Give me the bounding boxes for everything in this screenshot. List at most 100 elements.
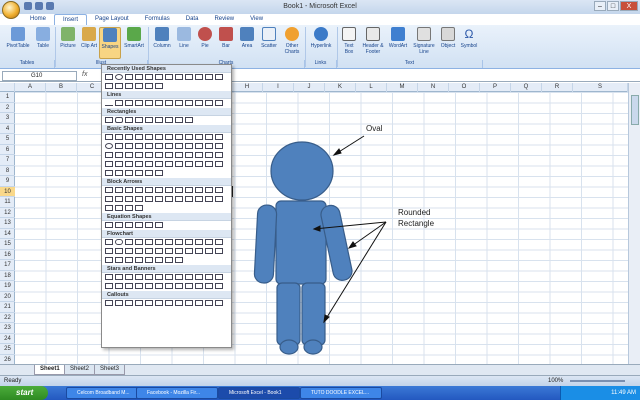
shape-row[interactable] — [102, 82, 231, 91]
tab-insert[interactable]: Insert — [54, 14, 88, 25]
shape-row[interactable] — [102, 116, 231, 125]
row-header[interactable]: 2 — [0, 103, 15, 113]
column-header[interactable]: B — [46, 83, 77, 92]
shape-row[interactable] — [102, 221, 231, 230]
scatter-chart-button[interactable]: Scatter — [258, 27, 280, 49]
shape-row[interactable] — [102, 133, 231, 142]
pivottable-button[interactable]: PivotTable — [3, 27, 33, 49]
shape-row[interactable] — [102, 282, 231, 291]
column-header[interactable]: J — [294, 83, 325, 92]
pie-chart-button[interactable]: Pie — [196, 27, 214, 49]
signature-line-button[interactable]: Signature Line — [411, 27, 437, 55]
shapes-button[interactable]: Shapes — [99, 27, 121, 59]
column-header[interactable]: L — [356, 83, 387, 92]
row-header[interactable]: 10 — [0, 186, 15, 197]
row-header[interactable]: 19 — [0, 281, 15, 292]
row-header[interactable]: 18 — [0, 271, 15, 281]
vertical-scrollbar[interactable] — [628, 83, 640, 364]
tab-view[interactable]: View — [242, 14, 271, 25]
minimize-button[interactable]: – — [594, 1, 606, 11]
smartart-button[interactable]: SmartArt — [122, 27, 146, 49]
shape-row[interactable] — [102, 186, 231, 195]
row-header[interactable]: 8 — [0, 166, 15, 176]
other-charts-button[interactable]: Other Charts — [281, 27, 303, 55]
maximize-button[interactable]: □ — [607, 1, 619, 11]
shape-row[interactable] — [102, 256, 231, 265]
shape-row[interactable] — [102, 247, 231, 256]
column-header[interactable]: Q — [511, 83, 542, 92]
wordart-button[interactable]: WordArt — [387, 27, 409, 49]
fx-icon[interactable]: fx — [82, 71, 87, 78]
sheet-tab[interactable]: Sheet3 — [94, 365, 126, 375]
column-header[interactable]: N — [418, 83, 449, 92]
column-header[interactable]: P — [480, 83, 511, 92]
shape-row[interactable] — [102, 195, 231, 204]
column-header[interactable]: R — [542, 83, 573, 92]
row-header[interactable]: 20 — [0, 292, 15, 302]
row-header[interactable]: 11 — [0, 197, 15, 208]
row-header[interactable]: 12 — [0, 208, 15, 218]
column-header[interactable]: A — [15, 83, 46, 92]
row-header[interactable]: 22 — [0, 313, 15, 323]
scroll-thumb[interactable] — [631, 95, 639, 125]
bar-chart-button[interactable]: Bar — [217, 27, 235, 49]
sheet-tab[interactable]: Sheet1 — [34, 365, 66, 375]
taskbar-item[interactable]: Microsoft Excel - Book1 — [218, 387, 300, 399]
tab-data[interactable]: Data — [178, 14, 207, 25]
start-button[interactable]: start — [0, 386, 48, 400]
row-header[interactable]: 21 — [0, 302, 15, 313]
zoom-slider[interactable] — [570, 380, 625, 382]
shape-row[interactable] — [102, 204, 231, 213]
shape-row[interactable] — [102, 151, 231, 160]
row-header[interactable]: 4 — [0, 124, 15, 134]
row-header[interactable]: 23 — [0, 323, 15, 334]
taskbar-item[interactable]: TUTO DOODLE EXCEL... — [300, 387, 382, 399]
table-button[interactable]: Table — [34, 27, 52, 49]
tab-review[interactable]: Review — [206, 14, 242, 25]
row-header[interactable]: 7 — [0, 155, 15, 166]
row-header[interactable]: 9 — [0, 176, 15, 187]
header-footer-button[interactable]: Header & Footer — [360, 27, 386, 55]
office-button[interactable] — [2, 1, 20, 19]
tab-page-layout[interactable]: Page Layout — [87, 14, 137, 25]
shape-row[interactable] — [102, 99, 231, 108]
row-header[interactable]: 5 — [0, 134, 15, 145]
shape-row[interactable] — [102, 273, 231, 282]
row-header[interactable]: 3 — [0, 113, 15, 124]
column-header[interactable]: S — [573, 83, 628, 92]
shape-row[interactable] — [102, 73, 231, 82]
picture-button[interactable]: Picture — [58, 27, 78, 49]
column-header[interactable]: O — [449, 83, 480, 92]
area-chart-button[interactable]: Area — [238, 27, 256, 49]
column-header[interactable]: M — [387, 83, 418, 92]
row-header[interactable]: 1 — [0, 92, 15, 103]
line-chart-button[interactable]: Line — [175, 27, 193, 49]
textbox-button[interactable]: Text Box — [340, 27, 358, 55]
row-header[interactable]: 14 — [0, 229, 15, 239]
shapes-gallery[interactable]: Recently Used Shapes Lines Rectangles Ba… — [101, 64, 232, 348]
row-header[interactable]: 24 — [0, 334, 15, 344]
column-header[interactable]: K — [325, 83, 356, 92]
symbol-button[interactable]: Ω Symbol — [459, 27, 479, 49]
row-header[interactable]: 6 — [0, 145, 15, 155]
hyperlink-button[interactable]: Hyperlink — [308, 27, 334, 49]
sheet-tab[interactable]: Sheet2 — [64, 365, 96, 375]
shape-row[interactable] — [102, 142, 231, 151]
clipart-button[interactable]: Clip Art — [80, 27, 98, 49]
row-header[interactable]: 15 — [0, 239, 15, 250]
tab-home[interactable]: Home — [22, 14, 54, 25]
column-chart-button[interactable]: Column — [151, 27, 173, 49]
tab-formulas[interactable]: Formulas — [137, 14, 178, 25]
shape-row[interactable] — [102, 160, 231, 169]
row-header[interactable]: 25 — [0, 344, 15, 355]
row-header[interactable]: 17 — [0, 260, 15, 271]
name-box[interactable]: G10 — [2, 71, 77, 81]
shape-row[interactable] — [102, 238, 231, 247]
zoom-level[interactable]: 100% — [548, 378, 563, 384]
row-header[interactable]: 13 — [0, 218, 15, 229]
object-button[interactable]: Object — [439, 27, 457, 49]
column-header[interactable]: H — [232, 83, 263, 92]
close-button[interactable]: X — [620, 1, 638, 11]
column-header[interactable]: I — [263, 83, 294, 92]
row-header[interactable]: 16 — [0, 250, 15, 260]
